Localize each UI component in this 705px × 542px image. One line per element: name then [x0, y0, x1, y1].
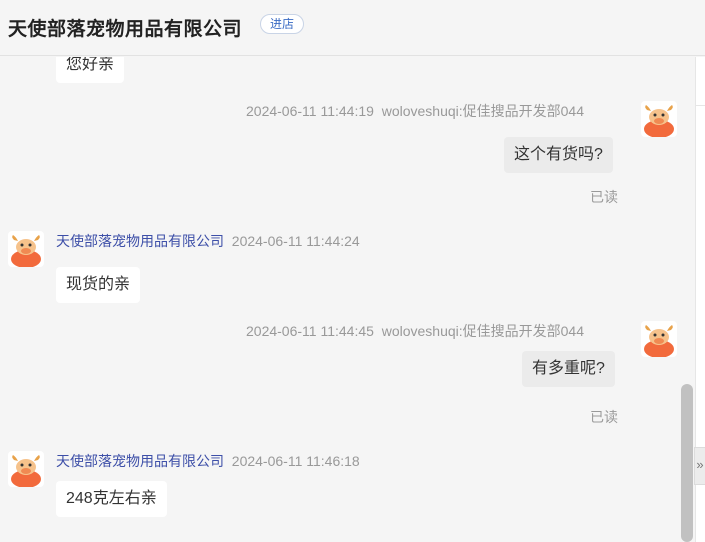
scrollbar-thumb[interactable]	[681, 384, 693, 542]
message-sender[interactable]: 天使部落宠物用品有限公司	[56, 233, 224, 249]
avatar	[641, 101, 677, 137]
chevron-right-double-icon: »	[696, 457, 704, 472]
message-bubble-outgoing: 这个有货吗?	[504, 137, 613, 173]
cow-avatar-icon	[641, 321, 677, 357]
avatar	[8, 451, 44, 487]
collapse-panel-button[interactable]: »	[694, 447, 705, 485]
message-list[interactable]: 您好亲 2024-06-11 11:44:19 woloveshuqi:促佳搜品…	[0, 57, 695, 542]
chat-header: 天使部落宠物用品有限公司 进店	[0, 0, 705, 56]
message-timestamp: 2024-06-11 11:44:24	[231, 233, 360, 249]
shop-name: 天使部落宠物用品有限公司	[8, 19, 243, 40]
avatar	[8, 231, 44, 267]
message-meta: 2024-06-11 11:44:19 woloveshuqi:促佳搜品开发部0…	[246, 101, 584, 121]
message-timestamp: 2024-06-11 11:44:45	[246, 323, 374, 339]
message-meta: 天使部落宠物用品有限公司 2024-06-11 11:46:18	[56, 451, 360, 471]
message-bubble-outgoing: 有多重呢?	[522, 351, 615, 387]
message-meta: 2024-06-11 11:44:45 woloveshuqi:促佳搜品开发部0…	[246, 321, 584, 341]
cow-avatar-icon	[641, 101, 677, 137]
cow-avatar-icon	[8, 451, 44, 487]
cow-avatar-icon	[8, 231, 44, 267]
message-bubble-incoming: 现货的亲	[56, 267, 141, 303]
message-sender: woloveshuqi:促佳搜品开发部044	[381, 323, 584, 339]
message-timestamp: 2024-06-11 11:46:18	[231, 453, 360, 469]
message-bubble-incoming: 您好亲	[56, 57, 125, 83]
message-bubble-incoming: 248克左右亲	[56, 481, 167, 517]
message-timestamp: 2024-06-11 11:44:19	[246, 103, 374, 119]
message-sender[interactable]: 天使部落宠物用品有限公司	[56, 453, 224, 469]
read-status: 已读	[590, 409, 618, 425]
message-sender: woloveshuqi:促佳搜品开发部044	[381, 103, 584, 119]
side-panel-divider	[696, 105, 705, 106]
enter-store-button[interactable]: 进店	[260, 14, 304, 34]
message-meta: 天使部落宠物用品有限公司 2024-06-11 11:44:24	[56, 231, 360, 251]
avatar	[641, 321, 677, 357]
read-status: 已读	[590, 189, 618, 205]
